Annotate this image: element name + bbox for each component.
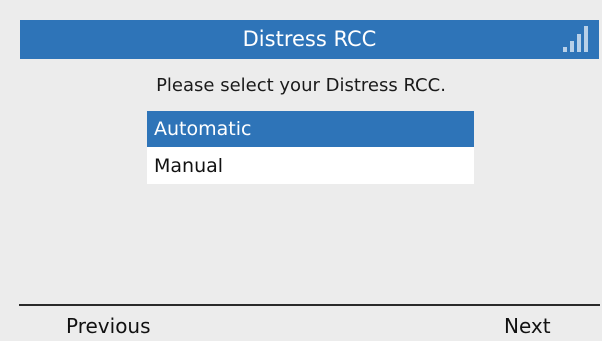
rcc-option-list: Automatic Manual [147,111,474,184]
device-screen: Distress RCC Please select your Distress… [0,0,602,341]
option-automatic[interactable]: Automatic [147,111,474,147]
previous-softkey[interactable]: Previous [66,311,151,341]
instruction-text: Please select your Distress RCC. [156,75,446,96]
title-bar: Distress RCC [20,20,599,59]
option-manual[interactable]: Manual [147,148,474,184]
softkey-divider [19,304,600,306]
next-softkey[interactable]: Next [504,311,551,341]
page-title: Distress RCC [242,27,377,51]
signal-strength-icon [563,26,588,52]
